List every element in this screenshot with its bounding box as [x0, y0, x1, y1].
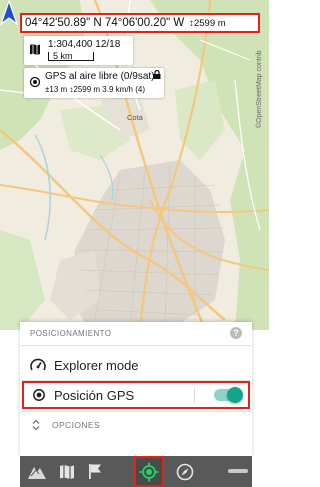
lock-icon	[153, 70, 161, 79]
gps-button[interactable]	[134, 456, 164, 487]
scale-bar-label: 5 km	[53, 51, 73, 61]
gps-target-icon	[29, 76, 41, 88]
tracks-icon	[28, 466, 46, 479]
position-arrow-icon	[0, 0, 18, 26]
tracks-button[interactable]	[22, 456, 52, 487]
divider	[20, 411, 252, 412]
explorer-mode-row[interactable]: Explorer mode	[20, 351, 252, 379]
map-icon	[60, 464, 74, 479]
speedometer-icon	[30, 358, 46, 371]
positioning-sheet: POSICIONAMIENTO ? Explorer mode Posición…	[20, 322, 252, 456]
gps-position-row[interactable]: Posición GPS	[22, 381, 250, 409]
options-row[interactable]: OPCIONES	[20, 416, 252, 434]
waypoint-button[interactable]	[80, 456, 110, 487]
compass-button[interactable]	[170, 456, 200, 487]
divider	[20, 345, 252, 346]
scale-zoom-text: 1:304,400 12/18	[48, 39, 121, 50]
compass-icon	[176, 463, 194, 480]
coordinates-text: 04°42'50.89" N 74°06'00.20" W	[25, 17, 185, 29]
toggle-knob	[227, 387, 243, 403]
expand-chevrons-icon	[32, 419, 40, 431]
options-label: OPCIONES	[52, 420, 101, 430]
explorer-mode-label: Explorer mode	[54, 357, 139, 373]
gps-position-label: Posición GPS	[54, 387, 135, 403]
gps-target-icon	[139, 462, 159, 481]
coordinates-bar[interactable]: 04°42'50.89" N 74°06'00.20" W ↕2599 m	[20, 13, 260, 33]
sheet-header: POSICIONAMIENTO	[30, 328, 112, 338]
map-label-cota: Cota	[127, 113, 143, 122]
gps-toggle[interactable]	[214, 387, 243, 403]
minus-handle[interactable]	[228, 469, 248, 473]
scale-panel[interactable]: 1:304,400 12/18 5 km	[24, 36, 133, 65]
altitude-text: ↕2599 m	[189, 17, 226, 29]
gps-status-panel[interactable]: GPS al aire libre (0/9sat) ±13 m ↕2599 m…	[24, 68, 164, 98]
map-icon	[30, 44, 40, 55]
gps-target-icon	[33, 389, 45, 401]
flag-icon	[89, 464, 101, 479]
toggle-separator	[194, 387, 195, 403]
gps-status-title: GPS al aire libre (0/9sat)	[45, 71, 155, 82]
bottom-toolbar	[20, 456, 252, 487]
help-icon[interactable]: ?	[230, 327, 242, 339]
gps-status-detail: ±13 m ↕2599 m 3.9 km/h (4)	[45, 85, 145, 94]
map-button[interactable]	[52, 456, 82, 487]
osm-credit: ©OpenStreetMap contrib	[256, 50, 263, 128]
